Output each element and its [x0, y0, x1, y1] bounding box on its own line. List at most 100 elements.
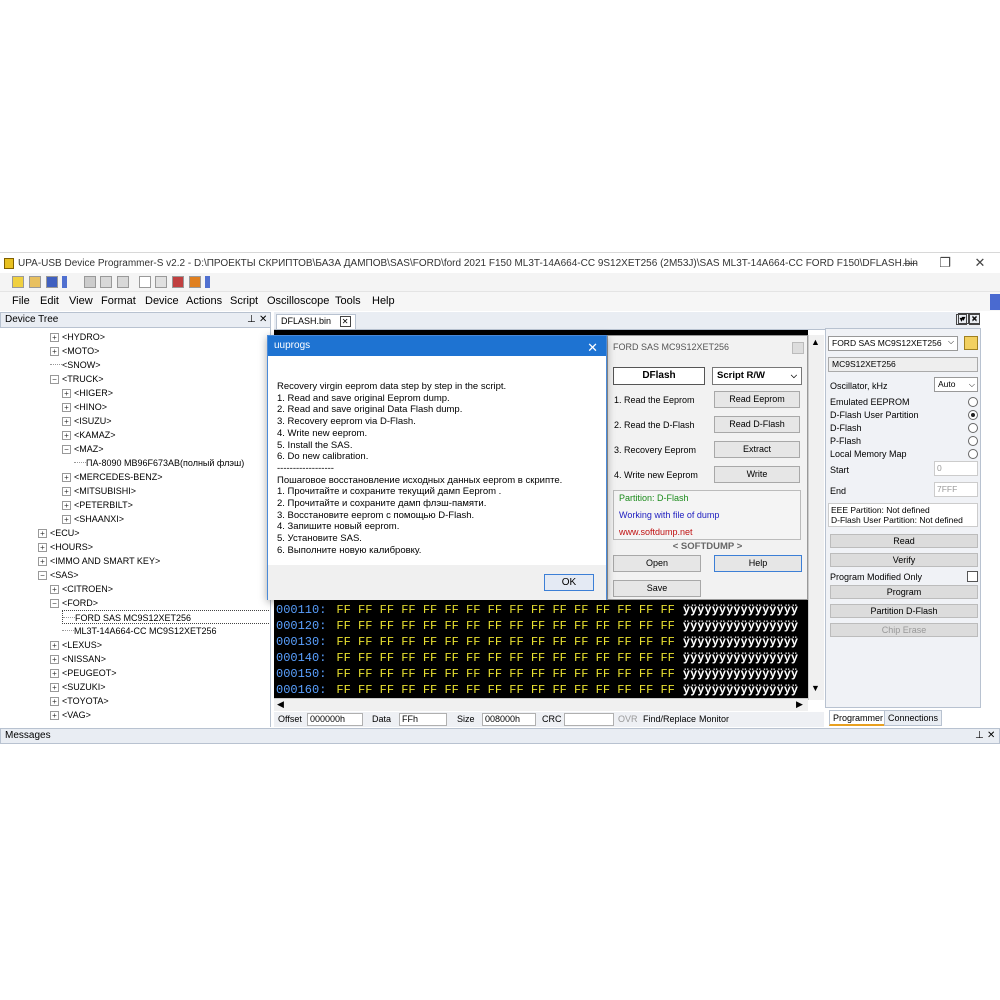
hex-bytes[interactable]: FF FF FF FF FF FF FF FF FF FF FF FF FF F…: [336, 635, 674, 649]
hex-bytes[interactable]: FF FF FF FF FF FF FF FF FF FF FF FF FF F…: [336, 603, 674, 617]
expand-icon[interactable]: +: [50, 333, 59, 343]
collapse-icon[interactable]: −: [50, 375, 59, 385]
write-button[interactable]: Write: [714, 466, 800, 483]
crc-field[interactable]: [564, 713, 614, 726]
vertical-scrollbar[interactable]: ▲ ▼: [808, 335, 824, 700]
tree-item[interactable]: + <HIGER>: [62, 386, 113, 400]
hex-row[interactable]: 000140: FF FF FF FF FF FF FF FF FF FF FF …: [276, 650, 798, 666]
expand-icon[interactable]: +: [38, 543, 47, 553]
read-eeprom-button[interactable]: Read Eeprom: [714, 391, 800, 408]
tree-item[interactable]: + <MITSUBISHI>: [62, 484, 136, 498]
mode-select[interactable]: Script R/W ⌵: [712, 367, 802, 385]
maximize-button[interactable]: ❐: [930, 255, 960, 271]
tree-item[interactable]: + <TOYOTA>: [50, 694, 109, 708]
menu-device[interactable]: Device: [145, 295, 179, 307]
open-file-icon[interactable]: [29, 276, 41, 288]
hex-bytes[interactable]: FF FF FF FF FF FF FF FF FF FF FF FF FF F…: [336, 651, 674, 665]
scroll-left-icon[interactable]: ◀: [277, 699, 284, 710]
expand-icon[interactable]: +: [62, 515, 71, 525]
save-button[interactable]: Save: [613, 580, 701, 597]
scroll-right-icon[interactable]: ▶: [796, 699, 803, 710]
tree-item[interactable]: + <NISSAN>: [50, 652, 106, 666]
menu-oscilloscope[interactable]: Oscilloscope: [267, 295, 329, 307]
hex-ascii[interactable]: ÿÿÿÿÿÿÿÿÿÿÿÿÿÿÿÿ: [683, 651, 798, 665]
scroll-down-icon[interactable]: ▼: [811, 683, 820, 693]
radio-dflash[interactable]: [968, 423, 978, 433]
menu-edit[interactable]: Edit: [40, 295, 59, 307]
program-modified-only-checkbox[interactable]: [967, 571, 978, 582]
oscillator-select[interactable]: Auto ⌵: [934, 377, 978, 392]
pin-icon[interactable]: ⊥: [247, 313, 256, 327]
tab-programmer[interactable]: Programmer: [829, 710, 888, 726]
expand-icon[interactable]: +: [50, 683, 59, 693]
tree-item[interactable]: + <MOTO>: [50, 344, 99, 358]
radio-local-memory-map[interactable]: [968, 449, 978, 459]
end-field[interactable]: 7FFF: [934, 482, 978, 497]
pin-icon[interactable]: ⊥: [975, 729, 984, 743]
tree-item[interactable]: + <ECU>: [38, 526, 80, 540]
settings-icon[interactable]: [189, 276, 201, 288]
tree-item[interactable]: + <SUZUKI>: [50, 680, 106, 694]
script-panel-control[interactable]: [792, 342, 804, 354]
find-replace-button[interactable]: Find/Replace: [643, 714, 696, 724]
radio-pflash[interactable]: [968, 436, 978, 446]
tree-item[interactable]: + <CITROEN>: [50, 582, 113, 596]
script-icon[interactable]: [155, 276, 167, 288]
hex-row[interactable]: 000150: FF FF FF FF FF FF FF FF FF FF FF …: [276, 666, 798, 682]
hex-bytes[interactable]: FF FF FF FF FF FF FF FF FF FF FF FF FF F…: [336, 683, 674, 697]
hex-row[interactable]: 000110: FF FF FF FF FF FF FF FF FF FF FF …: [276, 602, 798, 618]
tree-item[interactable]: + <HINO>: [62, 400, 107, 414]
website-link[interactable]: www.softdump.net: [619, 527, 693, 537]
hex-editor[interactable]: 000110: FF FF FF FF FF FF FF FF FF FF FF …: [274, 600, 808, 708]
tab-connections[interactable]: Connections: [884, 710, 943, 726]
hex-ascii[interactable]: ÿÿÿÿÿÿÿÿÿÿÿÿÿÿÿÿ: [683, 667, 798, 681]
collapse-icon[interactable]: −: [38, 571, 47, 581]
help-button[interactable]: Help: [714, 555, 802, 572]
hex-ascii[interactable]: ÿÿÿÿÿÿÿÿÿÿÿÿÿÿÿÿ: [683, 635, 798, 649]
tree-item[interactable]: <SNOW>: [50, 358, 101, 372]
menu-script[interactable]: Script: [230, 295, 258, 307]
tree-item[interactable]: + <HYDRO>: [50, 330, 105, 344]
close-icon[interactable]: ✕: [987, 729, 995, 743]
tree-item[interactable]: + <SHAANXI>: [62, 512, 124, 526]
partition-dflash-button[interactable]: Partition D-Flash: [830, 604, 978, 618]
program-button[interactable]: Program: [830, 585, 978, 599]
data-field[interactable]: FFh: [399, 713, 447, 726]
tab-close-icon[interactable]: ✕: [339, 316, 351, 327]
tree-item[interactable]: + <PEUGEOT>: [50, 666, 117, 680]
expand-icon[interactable]: +: [62, 487, 71, 497]
expand-icon[interactable]: +: [50, 585, 59, 595]
tree-item[interactable]: + <ISUZU>: [62, 414, 112, 428]
collapse-icon[interactable]: −: [50, 599, 59, 609]
scroll-up-icon[interactable]: ▲: [811, 337, 820, 347]
expand-icon[interactable]: +: [50, 655, 59, 665]
expand-icon[interactable]: +: [38, 529, 47, 539]
panel-dropdown-icon[interactable]: ▾: [958, 313, 969, 324]
expand-icon[interactable]: +: [62, 403, 71, 413]
tree-item[interactable]: ML3T-14A664-CC MC9S12XET256: [62, 624, 217, 638]
tab-dflash[interactable]: DFLASH.bin ✕: [276, 314, 356, 329]
hex-ascii[interactable]: ÿÿÿÿÿÿÿÿÿÿÿÿÿÿÿÿ: [683, 603, 798, 617]
close-button[interactable]: ✕: [965, 255, 995, 271]
ok-button[interactable]: OK: [544, 574, 594, 591]
tree-item[interactable]: + <LEXUS>: [50, 638, 102, 652]
menu-help[interactable]: Help: [372, 295, 395, 307]
tree-item[interactable]: + <MERCEDES-BENZ>: [62, 470, 163, 484]
expand-icon[interactable]: +: [50, 669, 59, 679]
expand-icon[interactable]: +: [62, 473, 71, 483]
expand-icon[interactable]: +: [38, 557, 47, 567]
chip-icon[interactable]: [84, 276, 96, 288]
monitor-button[interactable]: Monitor: [699, 714, 729, 724]
hex-bytes[interactable]: FF FF FF FF FF FF FF FF FF FF FF FF FF F…: [336, 619, 674, 633]
radio-dflash-user-partition[interactable]: [968, 410, 978, 420]
document-icon[interactable]: [139, 276, 151, 288]
tree-item[interactable]: ПА-8090 MB96F673AB(полный флэш): [74, 456, 244, 470]
menu-actions[interactable]: Actions: [186, 295, 222, 307]
write-icon[interactable]: [117, 276, 129, 288]
stop-icon[interactable]: [172, 276, 184, 288]
tree-item[interactable]: + <PETERBILT>: [62, 498, 133, 512]
menu-tools[interactable]: Tools: [335, 295, 361, 307]
read-button[interactable]: Read: [830, 534, 978, 548]
start-field[interactable]: 0: [934, 461, 978, 476]
verify-button[interactable]: Verify: [830, 553, 978, 567]
